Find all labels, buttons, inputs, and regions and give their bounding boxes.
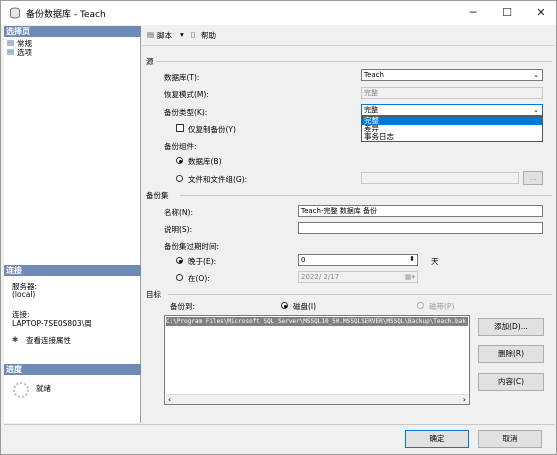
copy-only-checkbox[interactable]: [176, 124, 184, 132]
select-page-header: 选择页: [4, 26, 141, 37]
expire-days-unit: 天: [431, 257, 439, 266]
backup-type-dropdown: 完整 差异 事务日志: [361, 116, 543, 142]
backup-name-value: Teach-完整 数据库 备份: [301, 207, 377, 215]
component-files-radio[interactable]: [176, 175, 183, 182]
destination-path-item[interactable]: C:\Program Files\Microsoft SQL Server\MS…: [166, 317, 468, 326]
script-icon: ▤: [147, 30, 155, 39]
backup-type-value: 完整: [364, 106, 378, 114]
expire-days-stepper[interactable]: 0 ⬍: [298, 254, 418, 266]
window-title: 备份数据库 - Teach: [26, 10, 106, 20]
chevron-down-icon: ⌄: [533, 71, 539, 79]
database-select[interactable]: Teach ⌄: [361, 69, 543, 81]
expire-date-value: 2022/ 2/17: [301, 273, 340, 281]
script-label: 脚本: [157, 31, 172, 40]
backup-type-label: 备份类型(K):: [164, 108, 208, 117]
server-value: (local): [12, 290, 36, 299]
title-bar: 备份数据库 - Teach ─ ☐ ✕: [1, 1, 556, 25]
left-panel: 选择页 ▤ 常规 ▤ 选项 连接 服务器: (local) 连接: LAPTOP…: [4, 26, 141, 423]
database-label: 数据库(T):: [164, 73, 200, 82]
backup-database-window: 备份数据库 - Teach ─ ☐ ✕ 选择页 ▤ 常规 ▤ 选项 连接 服务器…: [0, 0, 557, 455]
expire-days-value: 0: [301, 256, 306, 264]
connection-value: LAPTOP-7SE0S803\周: [12, 319, 92, 328]
source-group-label: 源: [146, 57, 154, 66]
recovery-model-label: 恢复模式(M):: [164, 90, 209, 99]
toolbar: ▤ 脚本 ▾ ▯ 帮助: [142, 26, 555, 46]
database-value: Teach: [364, 71, 384, 79]
disk-label: 磁盘(I): [293, 302, 317, 311]
files-field: [361, 172, 519, 184]
remove-destination-button[interactable]: 删除(R): [478, 345, 544, 363]
close-button[interactable]: ✕: [527, 4, 555, 22]
disk-radio[interactable]: [281, 302, 288, 309]
page-icon: ▤: [7, 47, 15, 56]
database-icon: [10, 7, 20, 19]
divider: [168, 294, 552, 295]
horizontal-scrollbar[interactable]: ‹ ›: [166, 394, 468, 404]
backup-type-option-full[interactable]: 完整: [362, 117, 542, 125]
calendar-icon[interactable]: ▦▾: [405, 272, 415, 282]
maximize-button[interactable]: ☐: [493, 4, 521, 22]
copy-only-label: 仅复制备份(Y): [188, 125, 236, 134]
main-panel: ▤ 脚本 ▾ ▯ 帮助 源 数据库(T): Teach ⌄ 恢复模式(M): 完…: [142, 26, 555, 423]
chevron-down-icon: ⌄: [533, 106, 539, 114]
tape-label: 磁带(P): [429, 302, 455, 311]
expire-after-radio[interactable]: [176, 257, 183, 264]
add-destination-button[interactable]: 添加(D)...: [478, 318, 544, 336]
component-database-label: 数据库(B): [188, 157, 222, 166]
destination-listbox[interactable]: C:\Program Files\Microsoft SQL Server\MS…: [164, 315, 470, 405]
expire-label: 备份集过期时间:: [164, 242, 220, 251]
backup-name-label: 名称(N):: [164, 208, 193, 217]
spin-arrows-icon[interactable]: ⬍: [409, 255, 415, 264]
backup-type-option-log[interactable]: 事务日志: [362, 133, 542, 141]
expire-after-label: 晚于(E):: [188, 257, 217, 266]
cancel-button[interactable]: 取消: [478, 430, 542, 448]
help-icon: ▯: [191, 30, 196, 39]
progress-spinner-icon: [13, 382, 29, 398]
divider: [156, 61, 552, 62]
progress-status: 就绪: [36, 384, 51, 393]
tape-radio: [417, 302, 424, 309]
connection-header: 连接: [4, 265, 141, 276]
backup-set-group-label: 备份集: [146, 191, 169, 200]
expire-date-picker: 2022/ 2/17 ▦▾: [298, 271, 418, 283]
chevron-down-icon: ▾: [180, 30, 184, 39]
backup-name-input[interactable]: Teach-完整 数据库 备份: [298, 205, 543, 217]
progress-header: 进度: [4, 364, 141, 375]
component-database-radio[interactable]: [176, 157, 183, 164]
scroll-right-icon[interactable]: ›: [463, 395, 466, 404]
view-connection-properties-link[interactable]: 查看连接属性: [26, 335, 71, 346]
divider: [180, 195, 552, 196]
dialog-footer: 确定 取消: [4, 424, 555, 453]
component-files-label: 文件和文件组(G):: [188, 175, 248, 184]
page-label-options: 选项: [17, 48, 32, 57]
contents-button[interactable]: 内容(C): [478, 373, 544, 391]
backup-component-label: 备份组件:: [164, 142, 197, 151]
backup-to-label: 备份到:: [170, 302, 196, 311]
properties-icon: ✱: [12, 335, 19, 344]
browse-files-button[interactable]: ...: [523, 171, 543, 185]
recovery-model-value: 完整: [364, 89, 378, 97]
scroll-left-icon[interactable]: ‹: [168, 395, 171, 404]
page-icon: ▤: [7, 38, 15, 47]
backup-type-select[interactable]: 完整 ⌄: [361, 104, 543, 116]
description-input[interactable]: [298, 222, 543, 234]
destination-group-label: 目标: [146, 290, 161, 299]
recovery-model-field: 完整: [361, 87, 543, 99]
description-label: 说明(S):: [164, 225, 193, 234]
expire-on-radio[interactable]: [176, 274, 183, 281]
minimize-button[interactable]: ─: [459, 4, 487, 22]
ok-button[interactable]: 确定: [405, 430, 469, 448]
expire-on-label: 在(O):: [188, 274, 210, 283]
help-label: 帮助: [201, 31, 216, 40]
